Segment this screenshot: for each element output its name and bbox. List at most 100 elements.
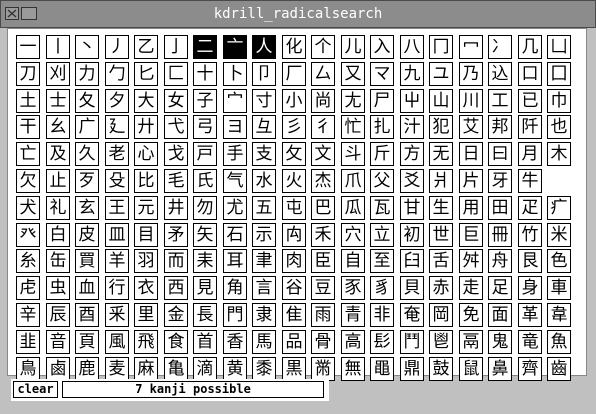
- title-bar[interactable]: kdrill_radicalsearch: [0, 0, 596, 28]
- radical-button[interactable]: 黄: [223, 357, 247, 381]
- radical-button[interactable]: 髟: [370, 330, 394, 354]
- radical-button[interactable]: 鬥: [400, 330, 424, 354]
- radical-button[interactable]: 買: [75, 249, 99, 273]
- radical-button[interactable]: 豆: [311, 276, 335, 300]
- radical-button[interactable]: 酉: [75, 303, 99, 327]
- radical-button[interactable]: 釆: [105, 303, 129, 327]
- radical-button[interactable]: 忙: [341, 115, 365, 139]
- radical-button[interactable]: 火: [282, 169, 306, 193]
- radical-button[interactable]: 十: [193, 62, 217, 86]
- radical-button[interactable]: 乙: [134, 35, 158, 59]
- radical-button[interactable]: 亅: [164, 35, 188, 59]
- radical-button[interactable]: 羽: [134, 249, 158, 273]
- radical-button[interactable]: 支: [252, 142, 276, 166]
- radical-button[interactable]: 屯: [282, 196, 306, 220]
- radical-button[interactable]: 聿: [252, 249, 276, 273]
- radical-button[interactable]: 鼎: [400, 357, 424, 381]
- radical-button[interactable]: 甘: [400, 196, 424, 220]
- radical-button[interactable]: 也: [547, 115, 571, 139]
- radical-button[interactable]: 巴: [311, 196, 335, 220]
- radical-button[interactable]: 巾: [547, 89, 571, 113]
- radical-button[interactable]: 犯: [429, 115, 453, 139]
- radical-button[interactable]: 五: [252, 196, 276, 220]
- radical-button[interactable]: 扎: [370, 115, 394, 139]
- radical-button[interactable]: 欠: [16, 169, 40, 193]
- radical-button[interactable]: 戸: [193, 142, 217, 166]
- radical-button[interactable]: 歹: [75, 169, 99, 193]
- radical-button[interactable]: 无: [429, 142, 453, 166]
- radical-button[interactable]: 斤: [370, 142, 394, 166]
- radical-button[interactable]: 尢: [341, 89, 365, 113]
- radical-button[interactable]: 元: [134, 196, 158, 220]
- radical-button[interactable]: 化: [282, 35, 306, 59]
- radical-button[interactable]: 免: [459, 303, 483, 327]
- radical-button[interactable]: 戈: [164, 142, 188, 166]
- radical-button[interactable]: 工: [488, 89, 512, 113]
- radical-button[interactable]: 虍: [16, 276, 40, 300]
- radical-button[interactable]: マ: [370, 62, 394, 86]
- radical-button[interactable]: 屮: [400, 89, 424, 113]
- radical-button[interactable]: 隹: [282, 303, 306, 327]
- radical-button[interactable]: 厂: [282, 62, 306, 86]
- radical-button[interactable]: 氏: [193, 169, 217, 193]
- radical-button[interactable]: 八: [400, 35, 424, 59]
- radical-button[interactable]: 自: [341, 249, 365, 273]
- radical-button[interactable]: 白: [46, 223, 70, 247]
- radical-button[interactable]: 非: [370, 303, 394, 327]
- radical-button[interactable]: 儿: [341, 35, 365, 59]
- radical-button[interactable]: 老: [105, 142, 129, 166]
- radical-button[interactable]: 礼: [46, 196, 70, 220]
- radical-button[interactable]: 青: [341, 303, 365, 327]
- radical-button[interactable]: 込: [488, 62, 512, 86]
- radical-button[interactable]: 土: [16, 89, 40, 113]
- radical-button[interactable]: 口: [518, 62, 542, 86]
- radical-button[interactable]: 音: [46, 330, 70, 354]
- radical-button[interactable]: 已: [518, 89, 542, 113]
- radical-button[interactable]: 冊: [488, 223, 512, 247]
- radical-button[interactable]: 杰: [311, 169, 335, 193]
- radical-button[interactable]: 鬯: [429, 330, 453, 354]
- radical-button[interactable]: 革: [518, 303, 542, 327]
- radical-button[interactable]: 立: [370, 223, 394, 247]
- radical-button[interactable]: 行: [105, 276, 129, 300]
- radical-button[interactable]: 高: [341, 330, 365, 354]
- radical-button[interactable]: 示: [252, 223, 276, 247]
- radical-button[interactable]: 黽: [370, 357, 394, 381]
- radical-button[interactable]: 鼻: [488, 357, 512, 381]
- radical-button[interactable]: 奄: [400, 303, 424, 327]
- radical-button[interactable]: 臼: [400, 249, 424, 273]
- radical-button[interactable]: 几: [518, 35, 542, 59]
- radical-button[interactable]: 夕: [105, 89, 129, 113]
- radical-button[interactable]: 豕: [341, 276, 365, 300]
- radical-button[interactable]: 鬲: [459, 330, 483, 354]
- radical-button[interactable]: 匚: [164, 62, 188, 86]
- radical-button[interactable]: 彳: [311, 115, 335, 139]
- radical-button[interactable]: 川: [459, 89, 483, 113]
- radical-button[interactable]: 文: [311, 142, 335, 166]
- radical-button[interactable]: 齊: [518, 357, 542, 381]
- radical-button[interactable]: 凵: [547, 35, 571, 59]
- radical-button[interactable]: 尚: [311, 89, 335, 113]
- radical-button[interactable]: 干: [16, 115, 40, 139]
- radical-button[interactable]: 齒: [547, 357, 571, 381]
- radical-button[interactable]: 金: [164, 303, 188, 327]
- radical-button[interactable]: 臣: [311, 249, 335, 273]
- radical-button[interactable]: 肉: [282, 249, 306, 273]
- radical-button[interactable]: 足: [488, 276, 512, 300]
- radical-button[interactable]: 頁: [75, 330, 99, 354]
- radical-button[interactable]: 疒: [547, 196, 571, 220]
- radical-button[interactable]: 里: [134, 303, 158, 327]
- radical-button[interactable]: 魚: [547, 330, 571, 354]
- radical-button[interactable]: 夂: [75, 89, 99, 113]
- radical-button[interactable]: 角: [223, 276, 247, 300]
- radical-button[interactable]: 禾: [311, 223, 335, 247]
- radical-button[interactable]: 首: [193, 330, 217, 354]
- radical-button[interactable]: 至: [370, 249, 394, 273]
- radical-button[interactable]: 鹿: [75, 357, 99, 381]
- radical-button[interactable]: 滴: [193, 357, 217, 381]
- radical-button[interactable]: 邦: [488, 115, 512, 139]
- radical-button[interactable]: 缶: [46, 249, 70, 273]
- radical-button[interactable]: 久: [75, 142, 99, 166]
- radical-button[interactable]: 方: [400, 142, 424, 166]
- radical-button[interactable]: 力: [75, 62, 99, 86]
